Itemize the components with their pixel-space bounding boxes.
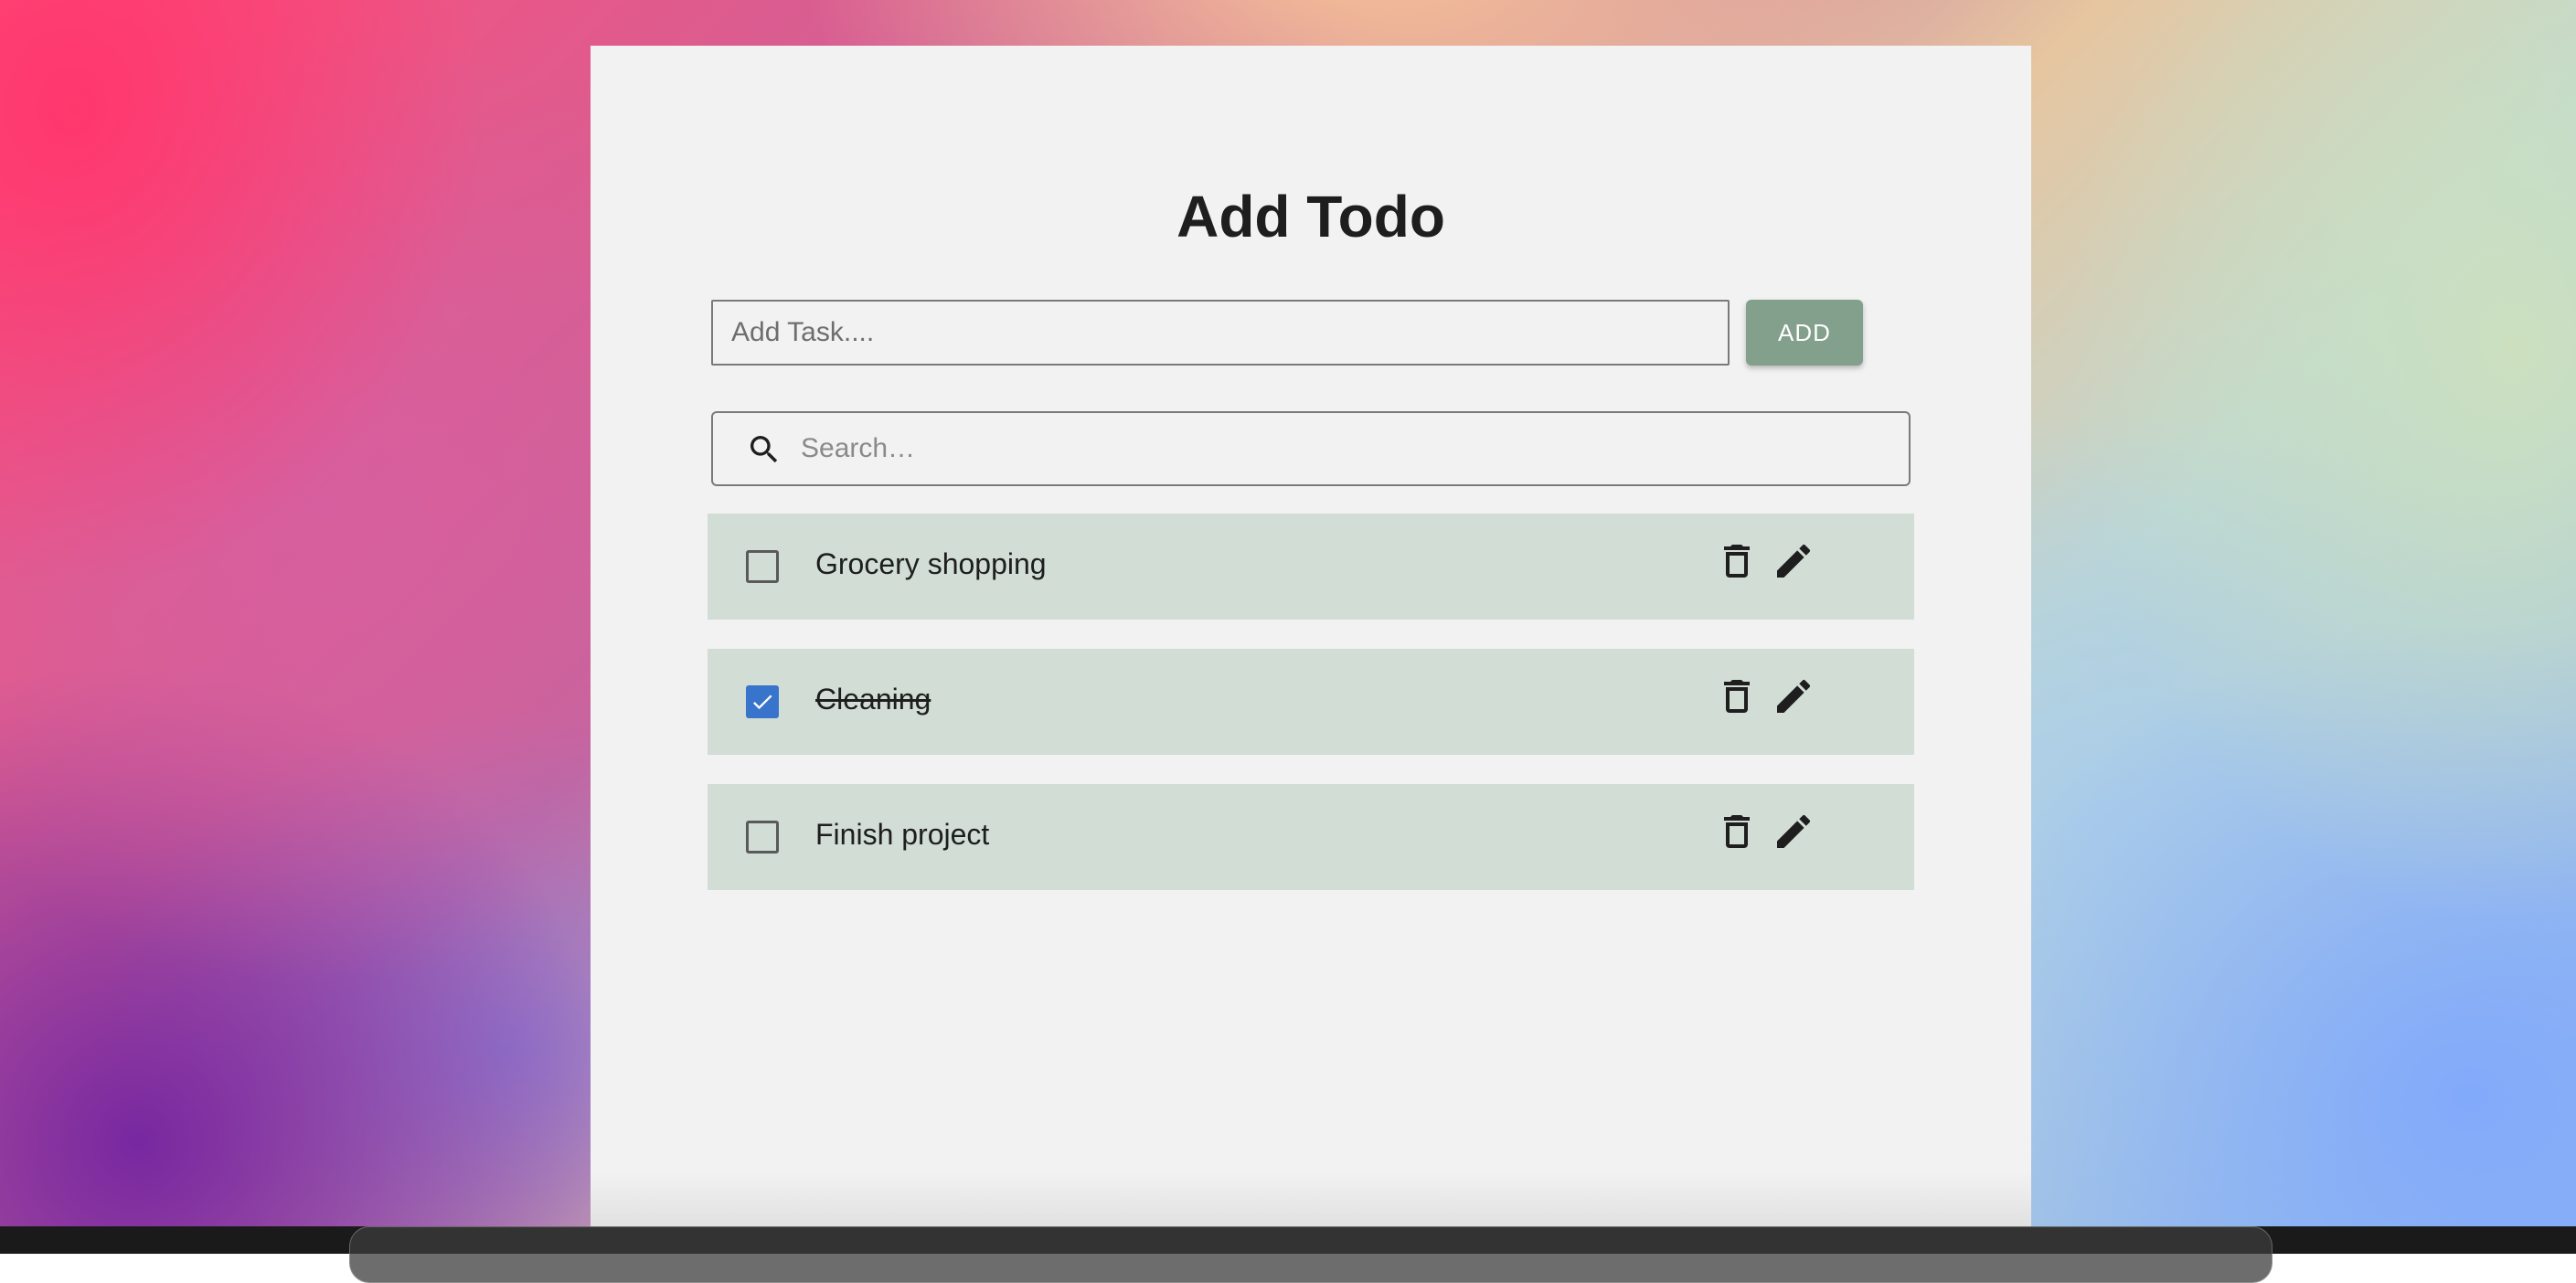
add-task-input[interactable] — [711, 300, 1730, 366]
todo-item: Finish project — [708, 784, 1914, 890]
trash-icon — [1724, 680, 1750, 713]
edit-button[interactable] — [1772, 539, 1815, 587]
delete-button[interactable] — [1715, 674, 1759, 722]
trash-icon — [1724, 815, 1750, 848]
pencil-icon — [1777, 814, 1811, 848]
todo-list: Grocery shopping Cleaning Finish project — [708, 514, 1914, 919]
dock — [349, 1226, 2273, 1283]
checkmark-icon — [752, 695, 772, 710]
search-icon — [746, 431, 782, 468]
delete-button[interactable] — [1715, 539, 1759, 587]
page-title: Add Todo — [1176, 184, 1445, 249]
todo-app-window: Add Todo ADD Grocery shopping — [591, 46, 2031, 1226]
trash-icon — [1724, 545, 1750, 578]
todo-text: Finish project — [815, 818, 990, 851]
todo-text: Cleaning — [815, 683, 931, 716]
add-task-button[interactable]: ADD — [1746, 300, 1863, 366]
edit-button[interactable] — [1772, 674, 1815, 722]
todo-checkbox[interactable] — [746, 685, 779, 718]
pencil-icon — [1777, 544, 1811, 578]
search-box[interactable] — [711, 411, 1911, 486]
edit-button[interactable] — [1772, 810, 1815, 857]
panel-bottom-shade — [591, 1172, 2031, 1226]
todo-item: Cleaning — [708, 649, 1914, 755]
todo-item: Grocery shopping — [708, 514, 1914, 620]
search-input[interactable] — [801, 413, 1879, 484]
todo-text: Grocery shopping — [815, 547, 1047, 580]
delete-button[interactable] — [1715, 810, 1759, 857]
todo-checkbox[interactable] — [746, 821, 779, 854]
todo-checkbox[interactable] — [746, 550, 779, 583]
pencil-icon — [1777, 679, 1811, 713]
